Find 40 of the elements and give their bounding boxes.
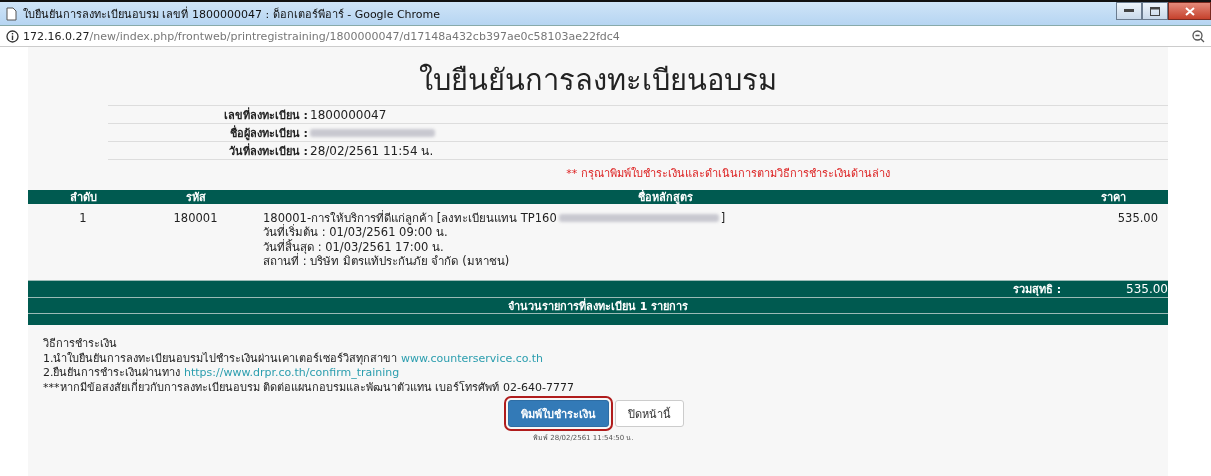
column-header: ลำดับ xyxy=(68,190,98,206)
contact-text: ***หากมีข้อสงสัยเกี่ยวกับการลงทะเบียนอบรม ติดต่อแผนกอบรมและพัฒนาตัวแทน เบอร์โทรศัพท์ 02-640-7777 xyxy=(43,380,575,395)
course-detail: วันที่เริ่มต้น : 01/03/2561 09:00 น. xyxy=(263,225,449,240)
close-page-button[interactable]: ปิดหน้านี้ xyxy=(615,400,684,427)
course-name: 180001-การให้บริการที่ดีแก่ลูกค้า [ลงทะเบียนแทน TP160 xyxy=(263,211,557,225)
count-text: จำนวนรายการที่ลงทะเบียน 1 รายการ xyxy=(507,297,689,315)
zoom-out-icon[interactable] xyxy=(1192,29,1205,43)
payment-step: 1.นำใบยืนยันการลงทะเบียนอบรมไปชำระเงินผ่านเคาเตอร์เซอร์วิสทุกสาขา xyxy=(43,351,398,365)
window-title: ใบยืนยันการลงทะเบียนอบรม เลขที่ 1800000047 : ด็อกเตอร์พีอาร์ - Google Chrome xyxy=(23,5,441,23)
payment-title: วิธีการชำระเงิน xyxy=(43,337,118,352)
close-icon xyxy=(1184,6,1195,16)
field-label: เลขที่ลงทะเบียน : xyxy=(222,106,309,124)
course-detail: สถานที่ : บริษัท มิตรแท้ประกันภัย จำกัด (มหาชน) xyxy=(263,254,511,269)
link[interactable]: https://www.drpr.co.th/confirm_training xyxy=(184,366,400,379)
total-value: 535.00 xyxy=(1125,282,1168,296)
bracket-text: ] xyxy=(720,211,726,226)
maximize-button[interactable] xyxy=(1142,2,1168,20)
field-value: 1800000047 xyxy=(310,107,387,122)
table-cell-text: 1 xyxy=(78,211,88,227)
table-cell-text: 180001 xyxy=(172,211,219,227)
table-cell-text: 535.00 xyxy=(1116,211,1159,227)
minimize-icon xyxy=(1124,9,1134,13)
page-heading: ใบยืนยันการลงทะเบียนอบรม xyxy=(418,62,778,99)
column-header: ชื่อหลักสูตร xyxy=(637,188,694,206)
column-header: ราคา xyxy=(1099,190,1127,206)
minimize-button[interactable] xyxy=(1116,2,1142,20)
column-header: รหัส xyxy=(184,190,207,206)
maximize-icon xyxy=(1150,6,1160,16)
info-icon xyxy=(6,29,19,43)
notice-text: ** กรุณาพิมพ์ใบชำระเงินและดำเนินการตามวิธีการชำระเงินด้านล่าง xyxy=(565,166,891,182)
link[interactable]: www.counterservice.co.th xyxy=(401,351,544,365)
total-label: รวมสุทธิ : xyxy=(1013,282,1063,298)
url-text[interactable]: 172.16.0.27/new/index.php/frontweb/printregistraining/1800000047/d17148a432cb397ae0c58103ae22fdc4 xyxy=(23,29,620,43)
course-detail: วันที่สิ้นสุด : 01/03/2561 17:00 น. xyxy=(263,239,445,254)
field-value: 28/02/2561 11:54 น. xyxy=(310,143,434,160)
close-button[interactable] xyxy=(1168,2,1211,20)
field-label: วันที่ลงทะเบียน : xyxy=(227,142,309,160)
field-label: ชื่อผู้ลงทะเบียน : xyxy=(228,124,309,142)
page-icon xyxy=(6,6,17,21)
payment-step: 2.ยืนยันการชำระเงินผ่านทาง xyxy=(43,366,181,379)
